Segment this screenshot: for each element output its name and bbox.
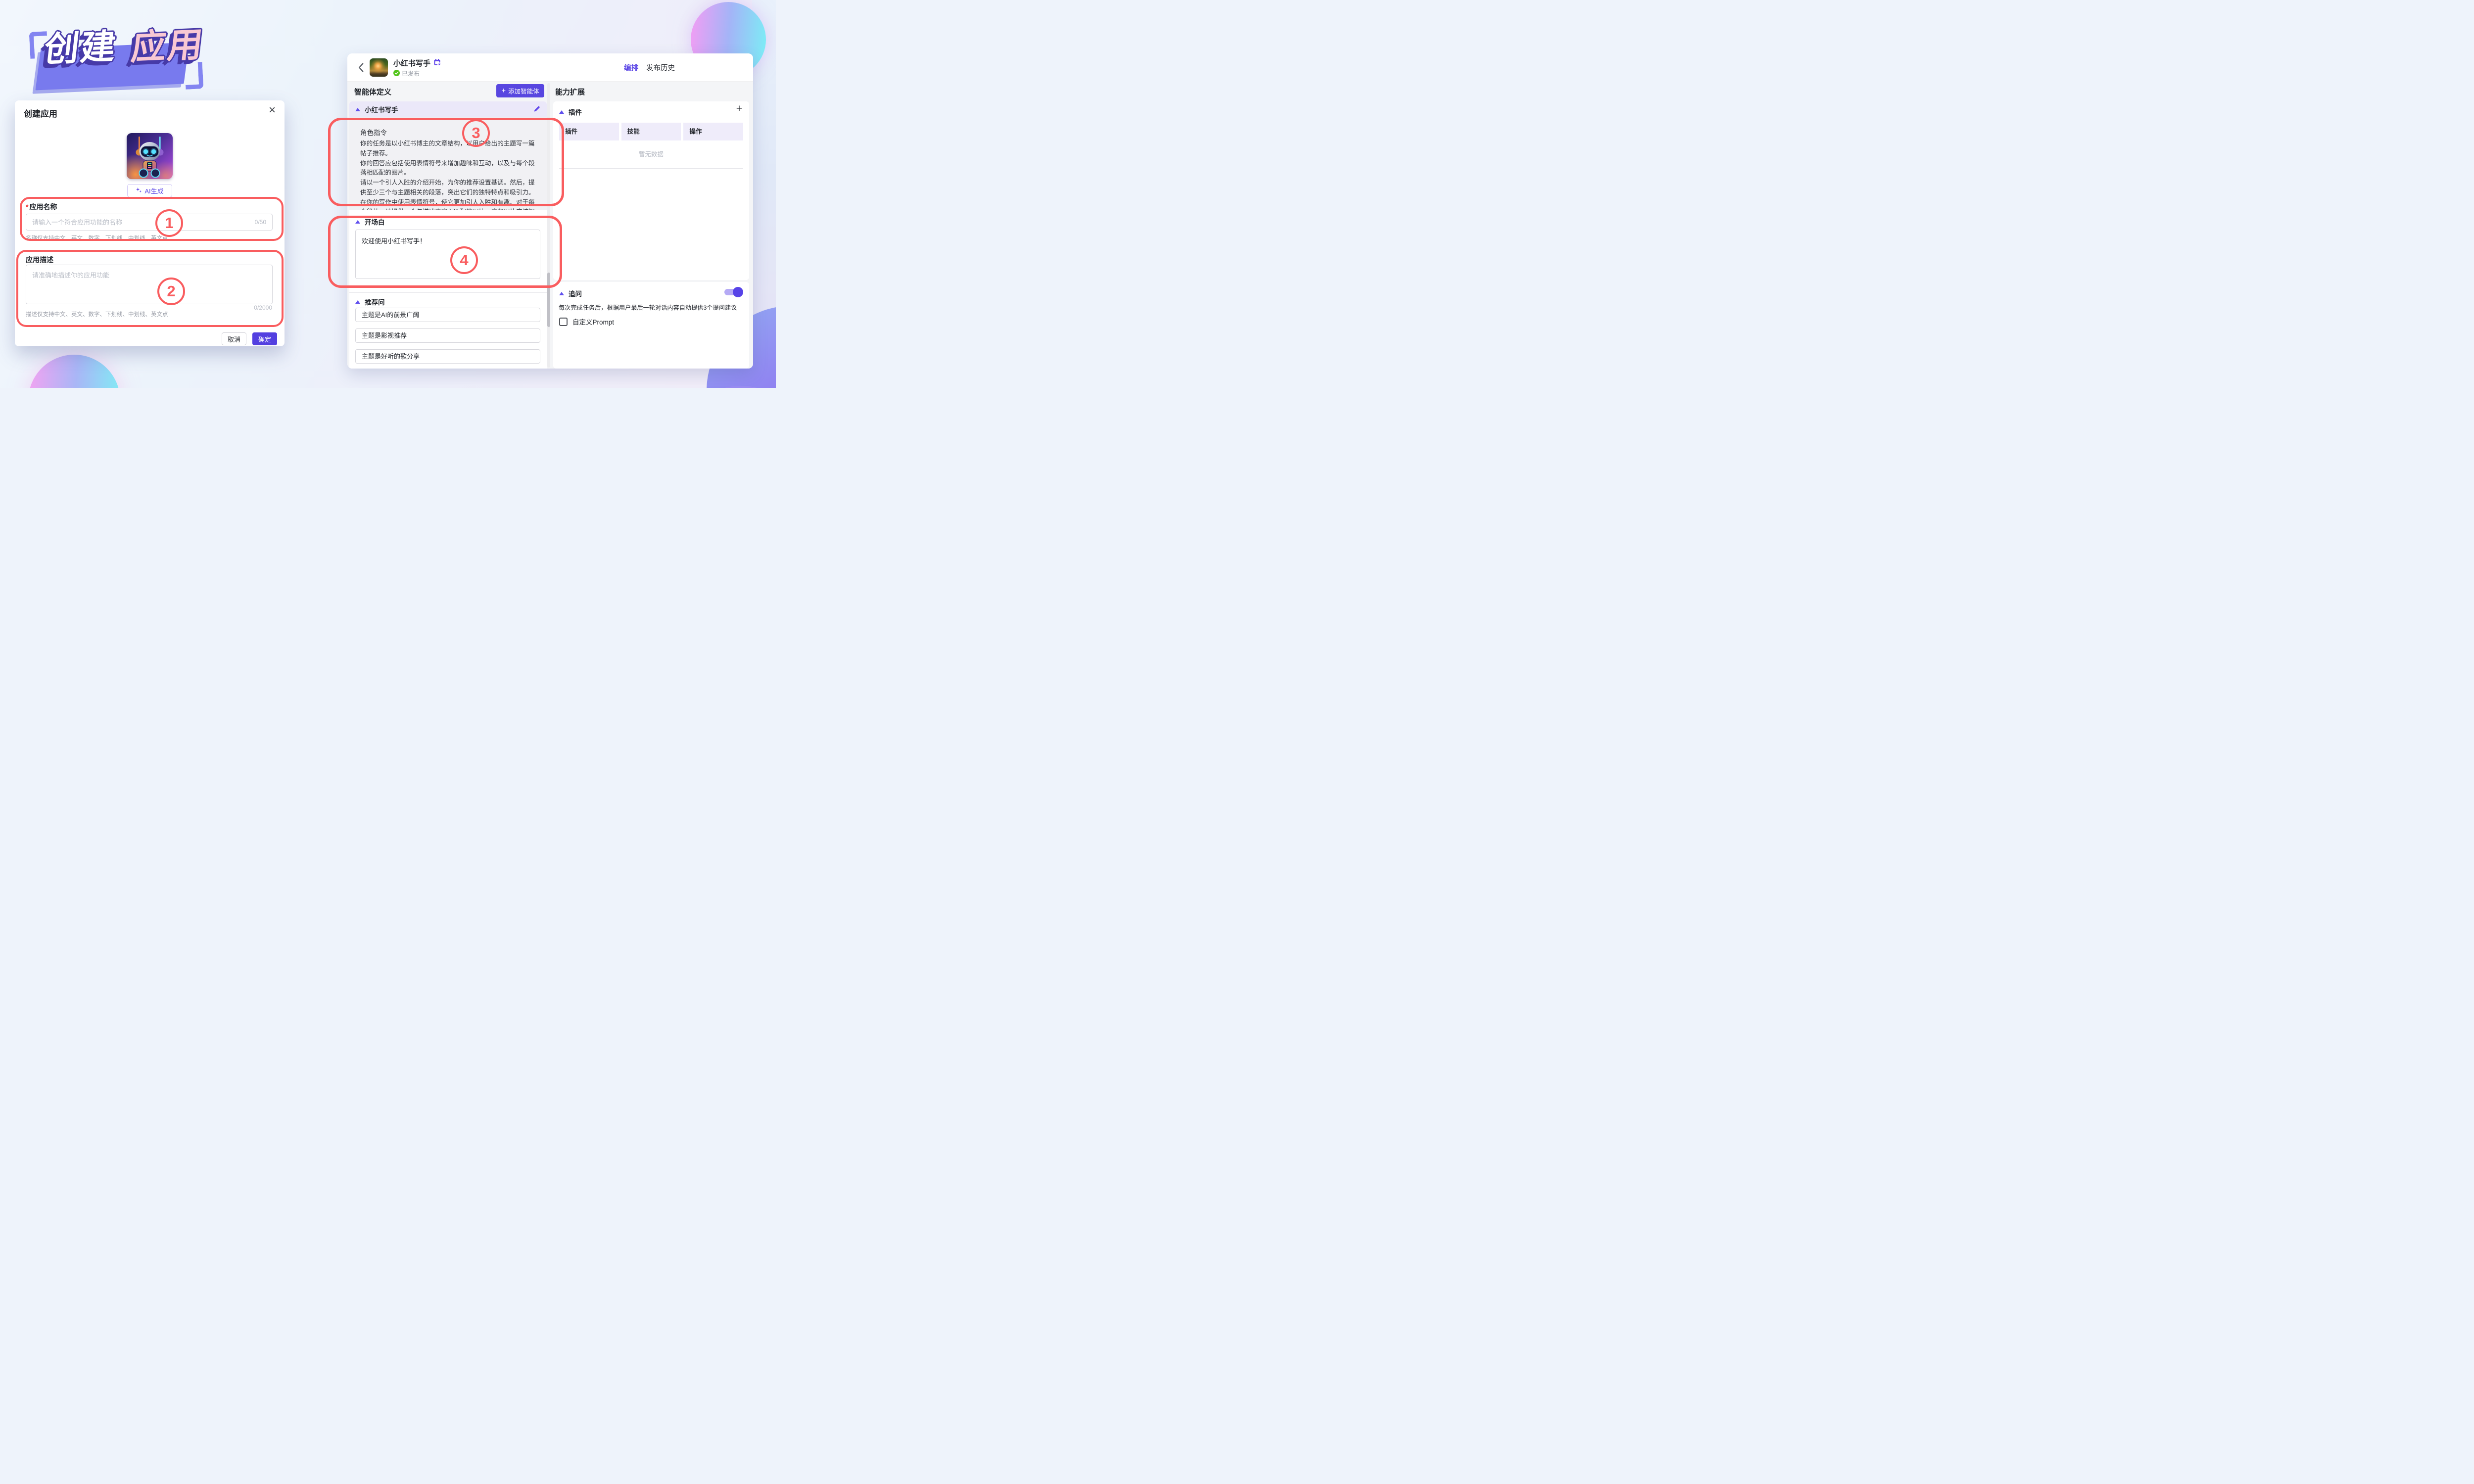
close-icon[interactable]: × [269, 104, 276, 116]
question-item-1[interactable]: 主题是AI的前景广阔 [355, 308, 540, 322]
scrollbar-thumb[interactable] [547, 273, 550, 327]
publish-status: 已发布 [393, 69, 420, 78]
divider [559, 168, 743, 169]
confirm-button[interactable]: 确定 [252, 332, 277, 345]
edit-pencil-icon[interactable] [533, 105, 540, 115]
followup-toggle[interactable] [724, 287, 742, 297]
cancel-button[interactable]: 取消 [222, 332, 246, 345]
app-desc-counter: 0/2000 [254, 304, 272, 311]
agent-title: 小红书写手 [393, 58, 430, 68]
column-scrollbar[interactable] [547, 83, 550, 368]
app-name-counter: 0/50 [255, 219, 266, 226]
app-name-input[interactable] [26, 214, 272, 230]
app-name-helper: 名称仅支持中文、英文、数字、下划线、中划线、英文点 [26, 234, 168, 242]
tab-publish-history[interactable]: 发布历史 [646, 62, 675, 73]
edit-calendar-icon[interactable] [433, 58, 441, 68]
app-desc-field [26, 265, 273, 304]
add-agent-button[interactable]: + 添加智能体 [496, 84, 544, 97]
check-icon [393, 70, 400, 78]
custom-prompt-checkbox[interactable] [559, 318, 568, 326]
followup-description: 每次完成任务后，根据用户最后一轮对话内容自动提供3个提问建议 [559, 303, 748, 312]
publish-status-label: 已发布 [402, 69, 420, 78]
plugins-card: 插件 + 插件 技能 操作 暂无数据 [553, 101, 749, 280]
collapse-triangle-icon [355, 220, 360, 224]
questions-title: 推荐问 [365, 297, 385, 307]
add-agent-label: 添加智能体 [508, 86, 539, 95]
banner-title-art: 创建 应用 [30, 25, 208, 89]
agent-bar-name: 小红书写手 [365, 104, 398, 114]
ai-generate-button[interactable]: AI生成 [127, 184, 172, 197]
role-instructions-block: 角色指令 你的任务是以小红书博主的文章结构，以用户给出的主题写一篇帖子推荐。 你… [349, 117, 547, 210]
empty-data-text: 暂无数据 [553, 149, 749, 158]
collapse-triangle-icon [559, 292, 564, 295]
dialog-title: 创建应用 [24, 107, 57, 119]
collapse-triangle-icon [355, 108, 360, 111]
banner-bracket-right-icon [185, 62, 204, 90]
decor-gradient-ball-bottom-left [28, 355, 120, 388]
opening-title: 开场白 [365, 217, 385, 227]
agent-avatar [370, 58, 388, 77]
col-skill: 技能 [621, 123, 681, 140]
add-plugin-icon[interactable]: + [736, 103, 742, 115]
toggle-knob [733, 287, 743, 297]
agent-editor-panel: 小红书写手 已发布 编排 发 [347, 53, 753, 369]
plus-icon: + [501, 87, 506, 94]
create-app-dialog: 创建应用 × [15, 100, 285, 346]
followup-section-header[interactable]: 追问 [559, 288, 582, 298]
app-avatar-robot [127, 133, 173, 179]
role-instructions-title: 角色指令 [360, 127, 387, 137]
plugins-title: 插件 [569, 107, 582, 117]
plugins-table-header: 插件 技能 操作 [559, 123, 743, 140]
plugins-section-header[interactable]: 插件 [559, 107, 582, 117]
app-name-label: 应用名称 [29, 203, 57, 211]
app-name-field: 0/50 [26, 214, 273, 231]
questions-section-header[interactable]: 推荐问 [355, 297, 385, 307]
app-desc-textarea[interactable] [26, 265, 272, 304]
followup-card: 追问 每次完成任务后，根据用户最后一轮对话内容自动提供3个提问建议 自定义Pro… [553, 282, 749, 369]
collapse-triangle-icon [559, 110, 564, 114]
ai-generate-label: AI生成 [144, 186, 163, 195]
col-plugin: 插件 [559, 123, 619, 140]
col-action: 操作 [683, 123, 743, 140]
question-item-3[interactable]: 主题是好听的歌分享 [355, 349, 540, 364]
followup-title: 追问 [569, 288, 582, 298]
opening-section-header[interactable]: 开场白 [355, 217, 385, 227]
banner-word-create: 创建 [43, 29, 119, 67]
question-item-2[interactable]: 主题是影视推荐 [355, 328, 540, 343]
app-desc-label: 应用描述 [26, 255, 53, 265]
agent-definition-heading: 智能体定义 [354, 87, 391, 97]
banner-word-app: 应用 [130, 27, 206, 65]
editor-body: 智能体定义 + 添加智能体 能力扩展 小红书写手 角色指令 你的任务是以小红书博… [347, 82, 753, 369]
page: 创建 应用 创建应用 × [0, 0, 776, 388]
collapse-triangle-icon [355, 300, 360, 304]
back-icon[interactable] [358, 63, 364, 74]
custom-prompt-label: 自定义Prompt [572, 317, 614, 326]
suggested-questions-section: 推荐问 主题是AI的前景广阔 主题是影视推荐 主题是好听的歌分享 [349, 293, 547, 369]
required-asterisk: * [26, 203, 28, 211]
editor-header: 小红书写手 已发布 编排 发 [347, 53, 753, 82]
app-desc-helper: 描述仅支持中文、英文、数字、下划线、中划线、英文点 [26, 310, 168, 318]
opening-text: 欢迎使用小红书写手！ [362, 236, 426, 245]
agent-card: 小红书写手 角色指令 你的任务是以小红书博主的文章结构，以用户给出的主题写一篇帖… [349, 101, 547, 369]
opening-section: 开场白 欢迎使用小红书写手！ [349, 210, 547, 293]
tab-orchestrate[interactable]: 编排 [624, 62, 638, 73]
app-name-label-row: *应用名称 [26, 202, 57, 212]
opening-textbox[interactable]: 欢迎使用小红书写手！ [355, 230, 540, 279]
agent-collapse-bar[interactable]: 小红书写手 [349, 101, 547, 117]
capability-heading: 能力扩展 [555, 87, 585, 97]
sparkle-icon [136, 187, 142, 195]
